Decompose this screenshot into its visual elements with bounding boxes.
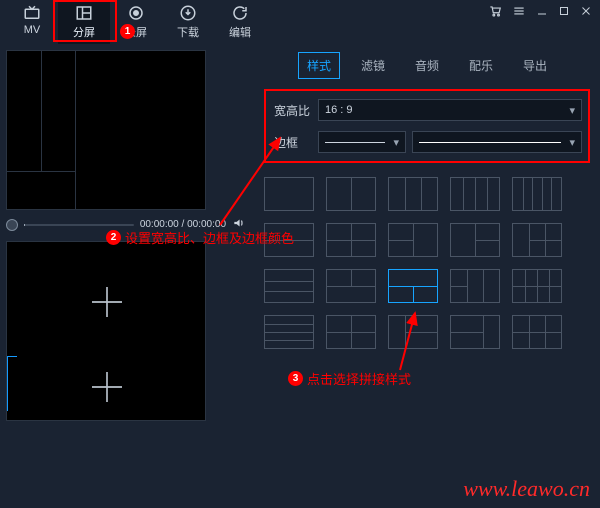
tab-music[interactable]: 配乐: [460, 52, 502, 79]
window-controls: [488, 4, 592, 18]
border-row: 边框 ▾ ▾: [274, 131, 582, 153]
annotation-step2-text: 设置宽高比、边框及边框颜色: [125, 228, 294, 247]
toolbar-item-label: 下载: [177, 24, 199, 40]
layout-grid: [264, 177, 590, 349]
layout-tile[interactable]: [388, 223, 438, 257]
maximize-icon[interactable]: [558, 5, 570, 17]
layout-tile[interactable]: [450, 177, 500, 211]
border-color-select[interactable]: ▾: [412, 131, 582, 153]
layout-tile[interactable]: [326, 223, 376, 257]
layout-preview[interactable]: [6, 50, 206, 210]
aspect-ratio-select[interactable]: 16 : 9 ▾: [318, 99, 582, 121]
add-media-icon[interactable]: [87, 367, 127, 407]
playhead[interactable]: [6, 219, 18, 231]
layout-tile[interactable]: [326, 269, 376, 303]
layout-tile[interactable]: [326, 315, 376, 349]
annotation-step3-badge: 3: [288, 371, 303, 386]
menu-icon[interactable]: [512, 4, 526, 18]
layout-tile[interactable]: [388, 177, 438, 211]
main-area: 00:00:00 / 00:00:00 样式 滤镜 音频 配乐 导出 宽高比 1…: [0, 44, 600, 508]
chevron-down-icon: ▾: [393, 136, 399, 149]
layout-tile[interactable]: [450, 223, 500, 257]
toolbar-item-mv[interactable]: MV: [6, 0, 58, 44]
border-style-select[interactable]: ▾: [318, 131, 406, 153]
aspect-label: 宽高比: [274, 102, 312, 119]
layout-tile[interactable]: [264, 315, 314, 349]
layout-split-icon: [75, 4, 93, 22]
tab-export[interactable]: 导出: [514, 52, 556, 79]
tab-audio[interactable]: 音频: [406, 52, 448, 79]
toolbar-item-split[interactable]: 分屏: [58, 0, 110, 44]
close-icon[interactable]: [580, 5, 592, 17]
right-panel: 样式 滤镜 音频 配乐 导出 宽高比 16 : 9 ▾ 边框 ▾: [260, 44, 600, 508]
record-icon: [127, 4, 145, 22]
download-icon: [179, 4, 197, 22]
border-label: 边框: [274, 134, 312, 151]
annotation-step3: 3 点击选择拼接样式: [288, 369, 590, 388]
toolbar-item-label: 分屏: [73, 24, 95, 40]
toolbar-item-label: 编辑: [229, 24, 251, 40]
top-toolbar: MV 分屏 录屏 下载 编辑 1: [0, 0, 600, 44]
annotation-step1-badge: 1: [120, 24, 135, 39]
annotation-step2-box: 宽高比 16 : 9 ▾ 边框 ▾ ▾: [264, 89, 590, 163]
annotation-step3-text: 点击选择拼接样式: [307, 369, 411, 388]
layout-tile[interactable]: [512, 269, 562, 303]
chevron-down-icon: ▾: [569, 104, 575, 117]
layout-tile[interactable]: [264, 269, 314, 303]
watermark: www.leawo.cn: [463, 476, 590, 502]
layout-tile[interactable]: [512, 315, 562, 349]
annotation-step2-badge: 2: [106, 230, 121, 245]
right-tabs: 样式 滤镜 音频 配乐 导出: [264, 52, 590, 79]
layout-tile[interactable]: [264, 177, 314, 211]
toolbar-item-record[interactable]: 录屏: [110, 0, 162, 44]
annotation-step2: 2 设置宽高比、边框及边框颜色: [106, 228, 294, 247]
aspect-value: 16 : 9: [325, 104, 353, 116]
aspect-ratio-row: 宽高比 16 : 9 ▾: [274, 99, 582, 121]
tab-filter[interactable]: 滤镜: [352, 52, 394, 79]
layout-tile-selected[interactable]: [388, 269, 438, 303]
media-preview[interactable]: [6, 241, 206, 421]
layout-tile[interactable]: [450, 269, 500, 303]
toolbar-item-edit[interactable]: 编辑: [214, 0, 266, 44]
preview-column: 00:00:00 / 00:00:00: [0, 44, 260, 508]
layout-tile[interactable]: [512, 223, 562, 257]
add-media-icon[interactable]: [87, 282, 127, 322]
tv-icon: [23, 4, 41, 22]
minimize-icon[interactable]: [536, 5, 548, 17]
cart-icon[interactable]: [488, 4, 502, 18]
layout-tile[interactable]: [450, 315, 500, 349]
layout-tile[interactable]: [326, 177, 376, 211]
layout-tile[interactable]: [512, 177, 562, 211]
toolbar-item-download[interactable]: 下载: [162, 0, 214, 44]
chevron-down-icon: ▾: [569, 136, 575, 149]
tab-style[interactable]: 样式: [298, 52, 340, 79]
layout-tile[interactable]: [388, 315, 438, 349]
refresh-icon: [231, 4, 249, 22]
toolbar-item-label: MV: [24, 24, 41, 36]
seek-track[interactable]: [24, 224, 134, 226]
